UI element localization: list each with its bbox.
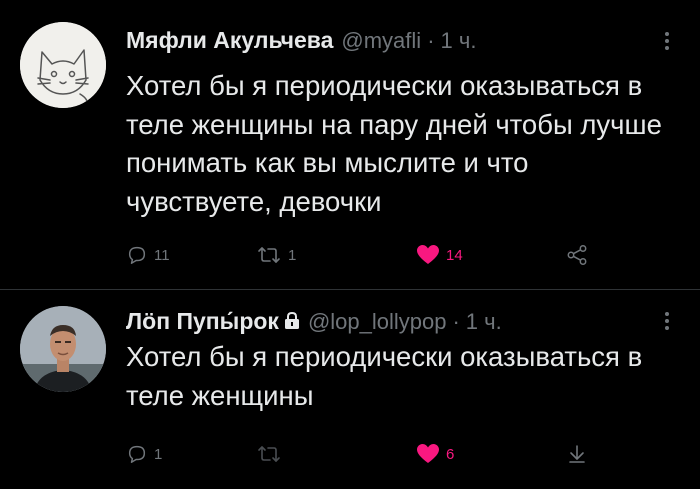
reply-icon (128, 445, 146, 463)
cat-sketch-icon (20, 22, 106, 108)
reply-button[interactable]: 1 (126, 439, 162, 469)
tweet-header: Лӧп Пупы́рок @lop_lollypop · 1 ч. (126, 308, 502, 335)
author-handle[interactable]: @myafli (341, 28, 421, 54)
like-button[interactable]: 6 (416, 439, 454, 469)
tweet-actions: 11 1 14 (126, 240, 606, 270)
like-count: 6 (446, 445, 455, 463)
separator-dot: · (452, 308, 460, 334)
arrow-down-icon (569, 445, 585, 463)
tweet-actions: 1 6 (126, 439, 606, 469)
author-name[interactable]: Лӧп Пупы́рок (126, 308, 279, 335)
retweet-icon (258, 446, 280, 462)
avatar[interactable] (20, 22, 106, 108)
timestamp[interactable]: 1 ч. (441, 28, 477, 54)
separator-dot: · (427, 27, 435, 53)
tweet[interactable]: Лӧп Пупы́рок @lop_lollypop · 1 ч. Хотел … (0, 290, 700, 489)
retweet-count: 1 (288, 246, 297, 264)
heart-filled-icon (417, 245, 439, 264)
reply-icon (128, 246, 146, 264)
retweet-icon (258, 247, 280, 263)
reply-count: 1 (154, 445, 163, 463)
lock-icon (284, 311, 300, 330)
retweet-button[interactable] (256, 439, 288, 469)
reply-button[interactable]: 11 (126, 240, 170, 270)
tweet-header: Мяфли Акульчева @myafli · 1 ч. (126, 27, 476, 54)
author-name[interactable]: Мяфли Акульчева (126, 27, 333, 54)
more-options-icon[interactable] (664, 312, 670, 334)
share-button[interactable] (566, 439, 588, 469)
like-button[interactable]: 14 (416, 240, 463, 270)
heart-filled-icon (417, 444, 439, 463)
tweet-text: Хотел бы я периодически оказываться в те… (126, 70, 662, 217)
reply-count: 11 (154, 246, 170, 264)
like-count: 14 (446, 246, 463, 264)
author-handle[interactable]: @lop_lollypop (308, 309, 447, 335)
timestamp[interactable]: 1 ч. (466, 309, 502, 335)
tweet[interactable]: Мяфли Акульчева @myafli · 1 ч. Хотел бы … (0, 0, 700, 290)
share-icon (567, 245, 587, 265)
man-photo-icon (20, 306, 106, 392)
more-options-icon[interactable] (664, 32, 670, 54)
avatar[interactable] (20, 306, 106, 392)
tweet-text: Хотел бы я периодически оказываться в те… (126, 341, 643, 411)
share-button[interactable] (566, 240, 588, 270)
retweet-button[interactable]: 1 (256, 240, 296, 270)
